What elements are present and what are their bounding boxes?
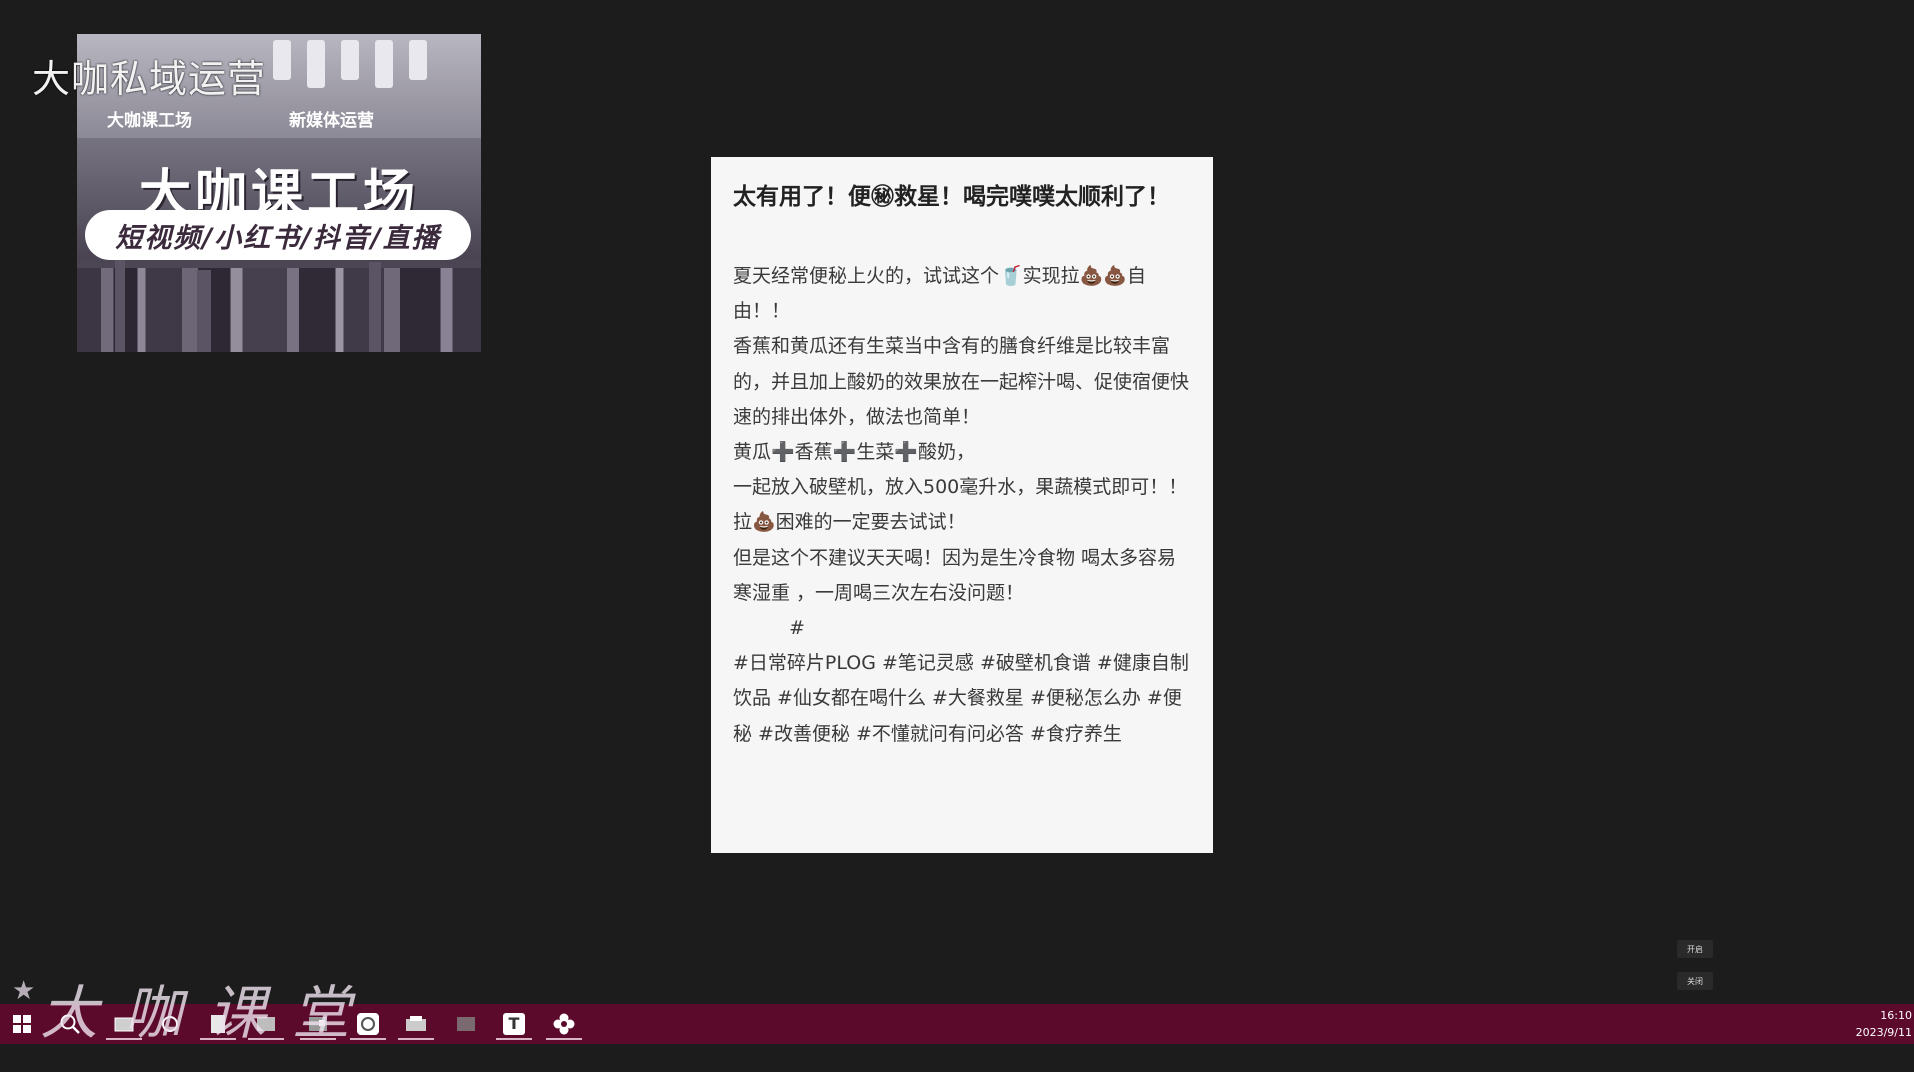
banner-chip-left: 大咖课工场 — [107, 111, 192, 131]
clock-time: 16:10 — [1880, 1009, 1912, 1022]
float-button-off[interactable]: 关闭 — [1677, 972, 1713, 990]
clock-date: 2023/9/11 — [1855, 1026, 1912, 1039]
bilibili-logo-bar — [341, 40, 359, 80]
watermark-bottom: 大咖课堂 — [40, 979, 377, 1047]
post-paragraph: 夏天经常便秘上火的，试试这个🥤实现拉💩💩自由！！ — [733, 265, 1146, 323]
bilibili-logo-bar — [375, 40, 393, 88]
text-editor-glyph: T — [503, 1013, 525, 1035]
post-paragraph: 但是这个不建议天天喝！因为是生冷食物 喝太多容易寒湿重 ，一周喝三次左右没问题！ — [733, 546, 1177, 604]
post-paragraph: 一起放入破壁机，放入500毫升水，果蔬模式即可！！ — [733, 476, 1188, 499]
taskbar-clock[interactable]: 16:10 2023/9/11 — [1822, 1007, 1912, 1041]
float-button-on[interactable]: 开启 — [1677, 940, 1713, 958]
post-title: 太有用了！便㊙救星！喝完噗噗太顺利了！ — [733, 184, 1170, 210]
post-paragraph: 黄瓜➕香蕉➕生菜➕酸奶， — [733, 441, 975, 464]
banner-tower — [369, 262, 381, 352]
post-paragraph: 拉💩困难的一定要去试试！ — [733, 511, 966, 534]
printer-icon[interactable] — [396, 1008, 436, 1040]
watermark-top: 大咖私域运营 — [32, 57, 267, 101]
banner-subtitle-pill: 短视频/小红书/抖音/直播 — [85, 210, 471, 260]
post-tag-mark: # — [789, 617, 805, 640]
post-paragraph: 香蕉和黄瓜还有生菜当中含有的膳食纤维是比较丰富的，并且加上酸奶的效果放在一起榨汁… — [733, 335, 1190, 428]
banner-skyline — [77, 268, 481, 352]
windows-start-icon[interactable] — [2, 1008, 42, 1040]
text-editor-icon[interactable]: T — [494, 1008, 534, 1040]
post-body: 夏天经常便秘上火的，试试这个🥤实现拉💩💩自由！！ 香蕉和黄瓜还有生菜当中含有的膳… — [733, 259, 1189, 752]
bilibili-logo-bar — [307, 40, 325, 88]
settings-flower-icon[interactable] — [544, 1008, 584, 1040]
bilibili-logo-bar — [273, 40, 291, 80]
bilibili-logo-bar — [409, 40, 427, 80]
banner-tower — [115, 256, 125, 352]
post-card: 太有用了！便㊙救星！喝完噗噗太顺利了！ 夏天经常便秘上火的，试试这个🥤实现拉💩💩… — [711, 157, 1213, 853]
banner-tower — [197, 270, 211, 352]
banner-chip-right: 新媒体运营 — [289, 111, 374, 131]
app-icon[interactable] — [446, 1008, 486, 1040]
post-tags[interactable]: #日常碎片PLOG #笔记灵感 #破壁机食谱 #健康自制饮品 #仙女都在喝什么 … — [733, 646, 1189, 752]
watermark-star-icon: ★ — [12, 976, 36, 1006]
